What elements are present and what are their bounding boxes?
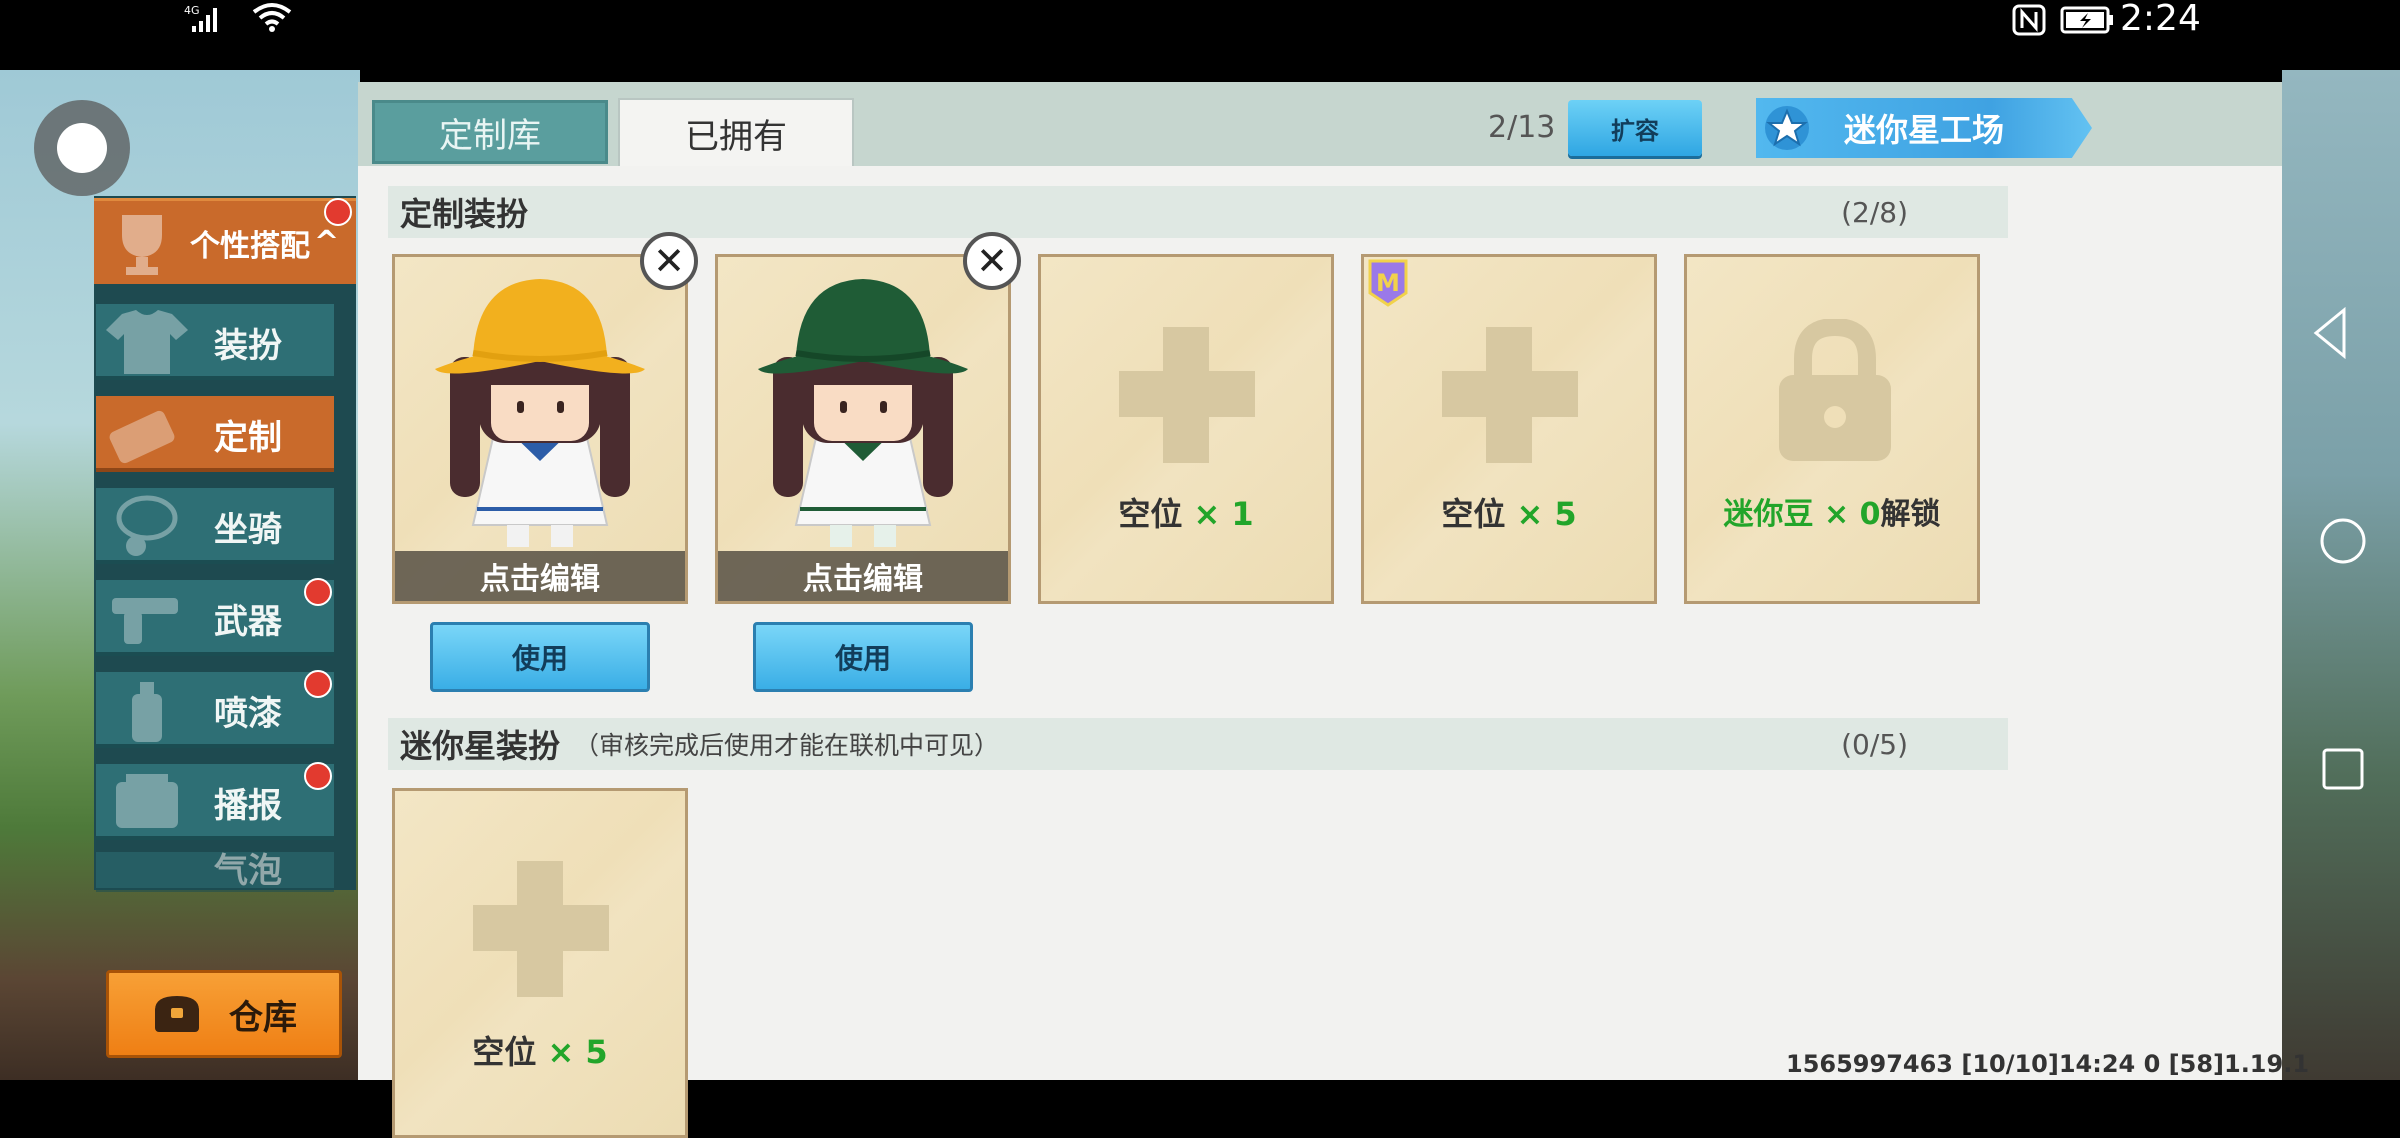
assistive-dot-icon <box>57 123 107 173</box>
sidebar-item-spray[interactable]: 喷漆 <box>96 672 334 748</box>
lock-icon <box>1779 319 1891 461</box>
slot-qty: × 5 <box>547 1033 608 1071</box>
section-count: (0/5) <box>1841 727 1908 761</box>
sidebar-group-personal[interactable]: 个性搭配 ^ <box>94 198 356 284</box>
notification-dot <box>324 198 352 226</box>
star-empty-slot-card[interactable]: 空位 × 5 <box>392 788 688 1138</box>
brush-icon <box>109 410 175 464</box>
home-icon[interactable] <box>2320 518 2366 564</box>
mini-star-badge-icon: M <box>1368 259 1408 307</box>
use-button-2[interactable]: 使用 <box>753 622 973 692</box>
remove-outfit-1-close-icon[interactable]: ✕ <box>640 232 698 290</box>
locked-slot-card[interactable]: 迷你豆 × 0解锁 <box>1684 254 1980 604</box>
sidebar-item-label: 定制 <box>214 417 282 458</box>
sidebar-item-outfit[interactable]: 装扮 <box>96 304 334 380</box>
system-nav-bar <box>2313 306 2366 790</box>
workshop-label: 迷你星工场 <box>1844 111 2005 149</box>
notification-dot <box>304 578 332 606</box>
slot-label-text: 空位 <box>1118 495 1183 533</box>
sidebar-item-weapon[interactable]: 武器 <box>96 580 334 656</box>
wifi-icon <box>252 3 292 32</box>
floating-assistive-button[interactable] <box>34 100 130 196</box>
tab-owned[interactable]: 已拥有 <box>618 98 854 166</box>
capacity-count: 2/13 <box>1488 110 1556 145</box>
remove-outfit-2-close-icon[interactable]: ✕ <box>963 232 1021 290</box>
broadcast-icon <box>116 774 178 828</box>
edit-label[interactable]: 点击编辑 <box>395 551 685 601</box>
sidebar-item-label: 喷漆 <box>214 693 282 734</box>
empty-slot-card[interactable]: M 空位 × 5 <box>1361 254 1657 604</box>
unlock-cost: 迷你豆 × 0 <box>1723 497 1881 532</box>
star-icon <box>1756 98 1818 158</box>
unlock-label: 迷你豆 × 0解锁 <box>1687 489 1977 533</box>
plus-icon-bar <box>1442 371 1578 417</box>
section-count: (2/8) <box>1841 195 1908 229</box>
outfit-card-1[interactable]: 点击编辑 <box>392 254 688 604</box>
nfc-icon <box>2012 4 2046 36</box>
empty-slot-card[interactable]: 空位 × 1 <box>1038 254 1334 604</box>
use-button-1[interactable]: 使用 <box>430 622 650 692</box>
character-avatar <box>758 279 968 547</box>
build-info: 1565997463 [10/10]14:24 0 [58]1.19.1 <box>1786 1050 2310 1078</box>
notification-dot <box>304 670 332 698</box>
sidebar-item-mount[interactable]: 坐骑 <box>96 488 334 564</box>
slot-qty: × 1 <box>1193 495 1254 533</box>
section-title: 定制装扮 <box>400 195 529 233</box>
sidebar-item-label: 装扮 <box>214 325 282 366</box>
gun-icon <box>112 598 178 644</box>
recents-icon[interactable] <box>2322 748 2364 790</box>
sidebar-item-custom[interactable]: 定制 <box>96 396 334 472</box>
customization-panel: 定制库 已拥有 2/13 扩容 迷你星工场 定制装扮 (2/8) 点击编辑 ✕ … <box>358 82 2309 1138</box>
spray-icon <box>132 682 162 742</box>
sidebar-item-label: 播报 <box>214 785 282 826</box>
character-avatar <box>435 279 645 547</box>
trophy-icon <box>122 215 162 275</box>
slot-label-text: 空位 <box>1441 495 1506 533</box>
warehouse-label: 仓库 <box>229 997 297 1038</box>
chevron-up-icon: ^ <box>314 225 340 260</box>
notification-dot <box>304 762 332 790</box>
mini-star-workshop-button[interactable]: 迷你星工场 <box>1756 98 2092 158</box>
shirt-icon <box>106 310 188 374</box>
unlock-suffix: 解锁 <box>1880 497 1941 532</box>
expand-button[interactable]: 扩容 <box>1568 100 1702 156</box>
back-icon[interactable] <box>2313 306 2346 360</box>
slot-qty: × 5 <box>1516 495 1577 533</box>
section-note: （审核完成后使用才能在联机中可见） <box>574 731 1000 760</box>
edit-label[interactable]: 点击编辑 <box>718 551 1008 601</box>
status-bar: 4G 2:24 <box>0 0 2400 70</box>
sidebar-item-label: 武器 <box>214 601 282 642</box>
group-label: 个性搭配 <box>190 228 310 264</box>
battery-icon <box>2060 6 2113 34</box>
slot-label: 空位 × 1 <box>1041 489 1331 535</box>
sidebar-item-broadcast[interactable]: 播报 <box>96 764 334 840</box>
section-title: 迷你星装扮 <box>400 727 561 765</box>
sidebar-item-bubble[interactable]: 气泡 <box>96 852 334 892</box>
signal-icon: 4G <box>184 4 217 32</box>
chest-icon <box>155 996 199 1032</box>
custom-outfit-header: 定制装扮 (2/8) <box>388 186 2008 238</box>
slot-label-text: 空位 <box>472 1033 537 1071</box>
svg-text:4G: 4G <box>184 4 200 17</box>
tab-custom-library[interactable]: 定制库 <box>372 100 608 164</box>
sidebar-item-label: 坐骑 <box>214 509 282 550</box>
slot-label: 空位 × 5 <box>1364 489 1654 535</box>
sidebar-item-label: 气泡 <box>214 852 282 891</box>
mini-star-outfit-header: 迷你星装扮 （审核完成后使用才能在联机中可见） (0/5) <box>388 718 2008 770</box>
svg-text:M: M <box>1376 269 1400 297</box>
mount-icon <box>116 495 178 556</box>
clock: 2:24 <box>2120 0 2201 39</box>
plus-icon-bar <box>473 905 609 951</box>
slot-label: 空位 × 5 <box>395 1027 685 1073</box>
plus-icon-bar <box>1119 371 1255 417</box>
outfit-card-2[interactable]: 点击编辑 <box>715 254 1011 604</box>
warehouse-button[interactable]: 仓库 <box>106 970 342 1058</box>
